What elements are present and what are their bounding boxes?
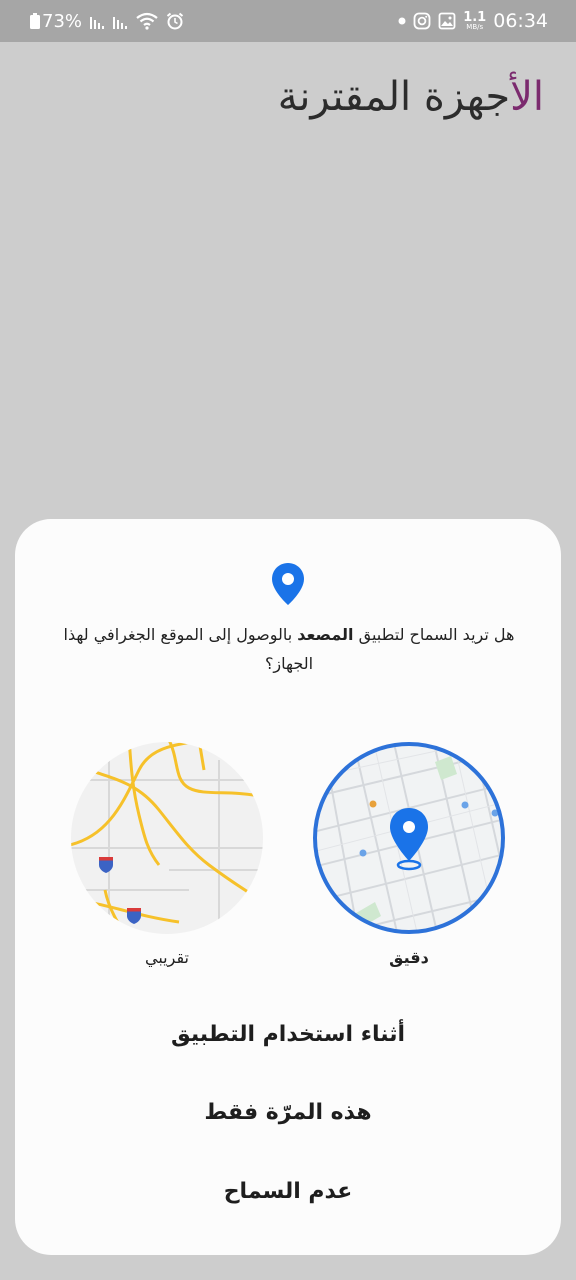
precise-location-option[interactable]: [311, 740, 507, 936]
instagram-icon: [413, 12, 431, 30]
approximate-map-icon: [71, 742, 263, 934]
approximate-label: تقريبي: [145, 948, 189, 967]
signal-icon: [113, 17, 128, 29]
gallery-icon: [438, 12, 456, 30]
allow-only-this-time-button[interactable]: هذه المرّة فقط: [45, 1085, 531, 1141]
network-speed-unit: MB/s: [466, 23, 484, 31]
deny-button[interactable]: عدم السماح: [45, 1164, 531, 1220]
status-bar: 73% 1.1 MB/s 06:34: [0, 0, 576, 42]
signal-icon: [90, 17, 105, 29]
status-bar-left: 73%: [30, 11, 184, 32]
battery-icon: [30, 13, 40, 29]
page-title-accent: الأ: [510, 74, 544, 120]
prompt-before: هل تريد السماح لتطبيق: [353, 625, 515, 644]
prompt-after: بالوصول إلى الموقع الجغرافي لهذا الجهاز؟: [63, 625, 314, 673]
location-permission-dialog: هل تريد السماح لتطبيق المصعد بالوصول إلى…: [15, 519, 561, 1255]
page-title: الأجهزة المقترنة: [278, 74, 544, 120]
network-speed: 1.1 MB/s: [463, 11, 486, 31]
clock: 06:34: [493, 10, 548, 32]
page-title-rest: جهزة المقترنة: [277, 74, 511, 120]
location-pin-icon: [272, 563, 304, 605]
precise-map-icon: [313, 742, 505, 934]
precise-label: دقيق: [389, 948, 429, 967]
approximate-location-option[interactable]: [69, 740, 265, 936]
wifi-icon: [136, 12, 158, 30]
alarm-icon: [166, 12, 184, 30]
battery-status: 73%: [30, 11, 82, 32]
notification-dot-icon: [398, 17, 406, 25]
allow-while-using-button[interactable]: أثناء استخدام التطبيق: [45, 1007, 531, 1063]
battery-percent: 73%: [42, 10, 83, 32]
app-name: المصعد: [297, 625, 354, 644]
status-bar-right: 1.1 MB/s 06:34: [398, 10, 548, 32]
permission-prompt: هل تريد السماح لتطبيق المصعد بالوصول إلى…: [51, 620, 527, 678]
